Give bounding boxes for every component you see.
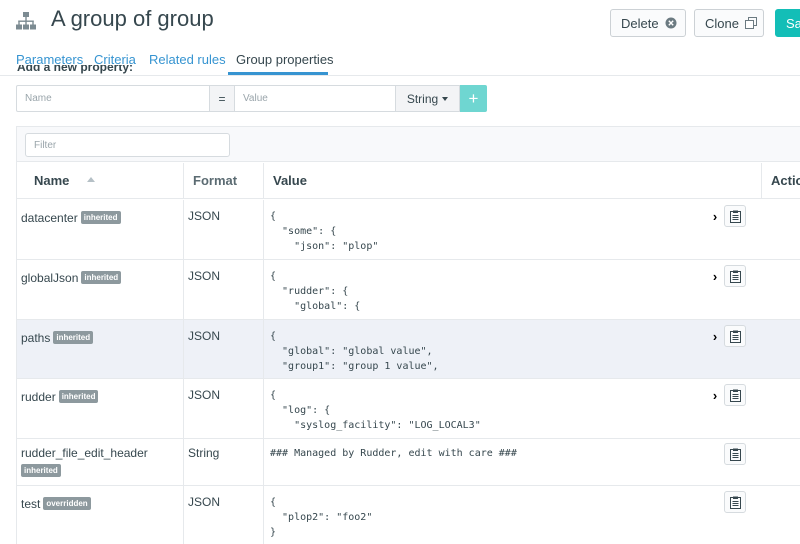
property-name-cell: globalJson inherited — [17, 260, 183, 319]
property-name: rudder_file_edit_header — [21, 446, 148, 460]
property-name-input[interactable] — [16, 85, 210, 112]
tab-related-rules[interactable]: Related rules — [149, 52, 226, 67]
caret-down-icon — [442, 96, 449, 101]
delete-button-label: Delete — [621, 15, 659, 31]
table-row: globalJson inherited JSON { "rudder": { "… — [17, 260, 800, 320]
clipboard-icon — [729, 330, 741, 343]
property-value-input[interactable] — [234, 85, 412, 112]
property-value: { "some": { "json": "plop" — [270, 211, 379, 252]
copy-value-button[interactable] — [724, 384, 746, 406]
add-property-button[interactable]: + — [460, 85, 487, 112]
property-format: String — [183, 439, 263, 485]
column-header-action: Actio — [761, 163, 800, 199]
table-row: rudder_file_edit_header inherited String … — [17, 439, 800, 486]
property-format: JSON — [183, 200, 263, 259]
property-name-cell: datacenter inherited — [17, 200, 183, 259]
property-value: { "global": "global value", "group1": "g… — [270, 331, 439, 372]
copy-value-button[interactable] — [724, 265, 746, 287]
property-format: JSON — [183, 486, 263, 544]
chevron-right-icon[interactable]: › — [709, 209, 721, 224]
property-value-cell: { "plop2": "foo2" } — [263, 486, 761, 544]
column-header-value[interactable]: Value — [263, 163, 761, 199]
property-type-select[interactable]: String — [395, 85, 460, 112]
property-value-cell: { "log": { "syslog_facility": "LOG_LOCAL… — [263, 379, 761, 438]
properties-table: Name Format Value Actio datacenterinheri… — [16, 126, 800, 544]
property-format: JSON — [183, 320, 263, 378]
table-row: datacenter inherited JSON { "some": { "js… — [17, 200, 800, 260]
property-format: JSON — [183, 379, 263, 438]
clipboard-icon — [729, 210, 741, 223]
status-badge: inherited — [53, 331, 94, 345]
copy-value-button[interactable] — [724, 443, 746, 465]
filter-input[interactable] — [25, 133, 230, 157]
copy-icon — [744, 17, 757, 29]
page-title: A group of group — [51, 6, 214, 31]
chevron-right-icon[interactable]: › — [709, 388, 721, 403]
property-name: globalJson — [21, 271, 79, 285]
add-property-label: Add a new property: — [17, 65, 134, 74]
property-name-cell: test overridden — [17, 486, 183, 544]
property-name-cell: paths inherited — [17, 320, 183, 378]
copy-value-button[interactable] — [724, 205, 746, 227]
delete-button[interactable]: Delete — [610, 9, 686, 37]
property-value-cell: { "rudder": { "global": { — [263, 260, 761, 319]
save-button[interactable]: Sa — [775, 9, 800, 37]
property-value: { "log": { "syslog_facility": "LOG_LOCAL… — [270, 390, 481, 431]
table-row: test overridden JSON { "plop2": "foo2" } — [17, 486, 800, 544]
property-value-cell: { "some": { "json": "plop" — [263, 200, 761, 259]
property-value: { "plop2": "foo2" } — [270, 497, 373, 538]
table-row: rudder inherited JSON { "log": { "syslog_… — [17, 379, 800, 439]
status-badge: inherited — [21, 464, 61, 477]
property-value: ### Managed by Rudder, edit with care ##… — [270, 448, 517, 459]
clipboard-icon — [729, 496, 741, 509]
property-name-cell: rudder inherited — [17, 379, 183, 438]
status-badge: overridden — [43, 497, 91, 511]
page-header: A group of group Delete Clone Sa — [0, 0, 800, 46]
status-badge: inherited — [58, 390, 99, 404]
sort-ascending-icon — [87, 177, 96, 183]
property-name: paths — [21, 331, 51, 345]
chevron-right-icon[interactable]: › — [709, 329, 721, 344]
clipboard-icon — [729, 448, 741, 461]
column-header-format[interactable]: Format — [183, 163, 263, 199]
property-format: JSON — [183, 260, 263, 319]
property-name: datacenter — [21, 211, 78, 225]
tab-group-properties[interactable]: Group properties — [236, 52, 334, 67]
property-value: { "rudder": { "global": { — [270, 271, 361, 312]
property-name-cell: rudder_file_edit_header inherited — [17, 439, 183, 485]
copy-value-button[interactable] — [724, 491, 746, 513]
filter-bar — [17, 127, 800, 162]
chevron-right-icon[interactable]: › — [709, 269, 721, 284]
status-badge: inherited — [81, 271, 122, 285]
column-header-name[interactable]: Name — [17, 163, 183, 199]
status-badge: inherited — [80, 211, 121, 225]
clipboard-icon — [729, 270, 741, 283]
table-header: Name Format Value Actio — [17, 163, 800, 199]
clipboard-icon — [729, 389, 741, 402]
property-value-cell: { "global": "global value", "group1": "g… — [263, 320, 761, 378]
property-value-cell: ### Managed by Rudder, edit with care ##… — [263, 439, 761, 485]
equals-sign: = — [209, 85, 235, 112]
property-name: rudder — [21, 390, 56, 404]
table-row: paths inherited JSON { "global": "global … — [17, 320, 800, 379]
hierarchy-icon — [16, 12, 36, 30]
close-circle-icon — [665, 17, 677, 29]
save-button-label: Sa — [786, 15, 800, 31]
clone-button-label: Clone — [705, 15, 739, 31]
property-type-value: String — [406, 91, 439, 106]
clone-button[interactable]: Clone — [694, 9, 764, 37]
active-tab-indicator — [228, 72, 328, 75]
property-name: test — [21, 497, 41, 511]
copy-value-button[interactable] — [724, 325, 746, 347]
